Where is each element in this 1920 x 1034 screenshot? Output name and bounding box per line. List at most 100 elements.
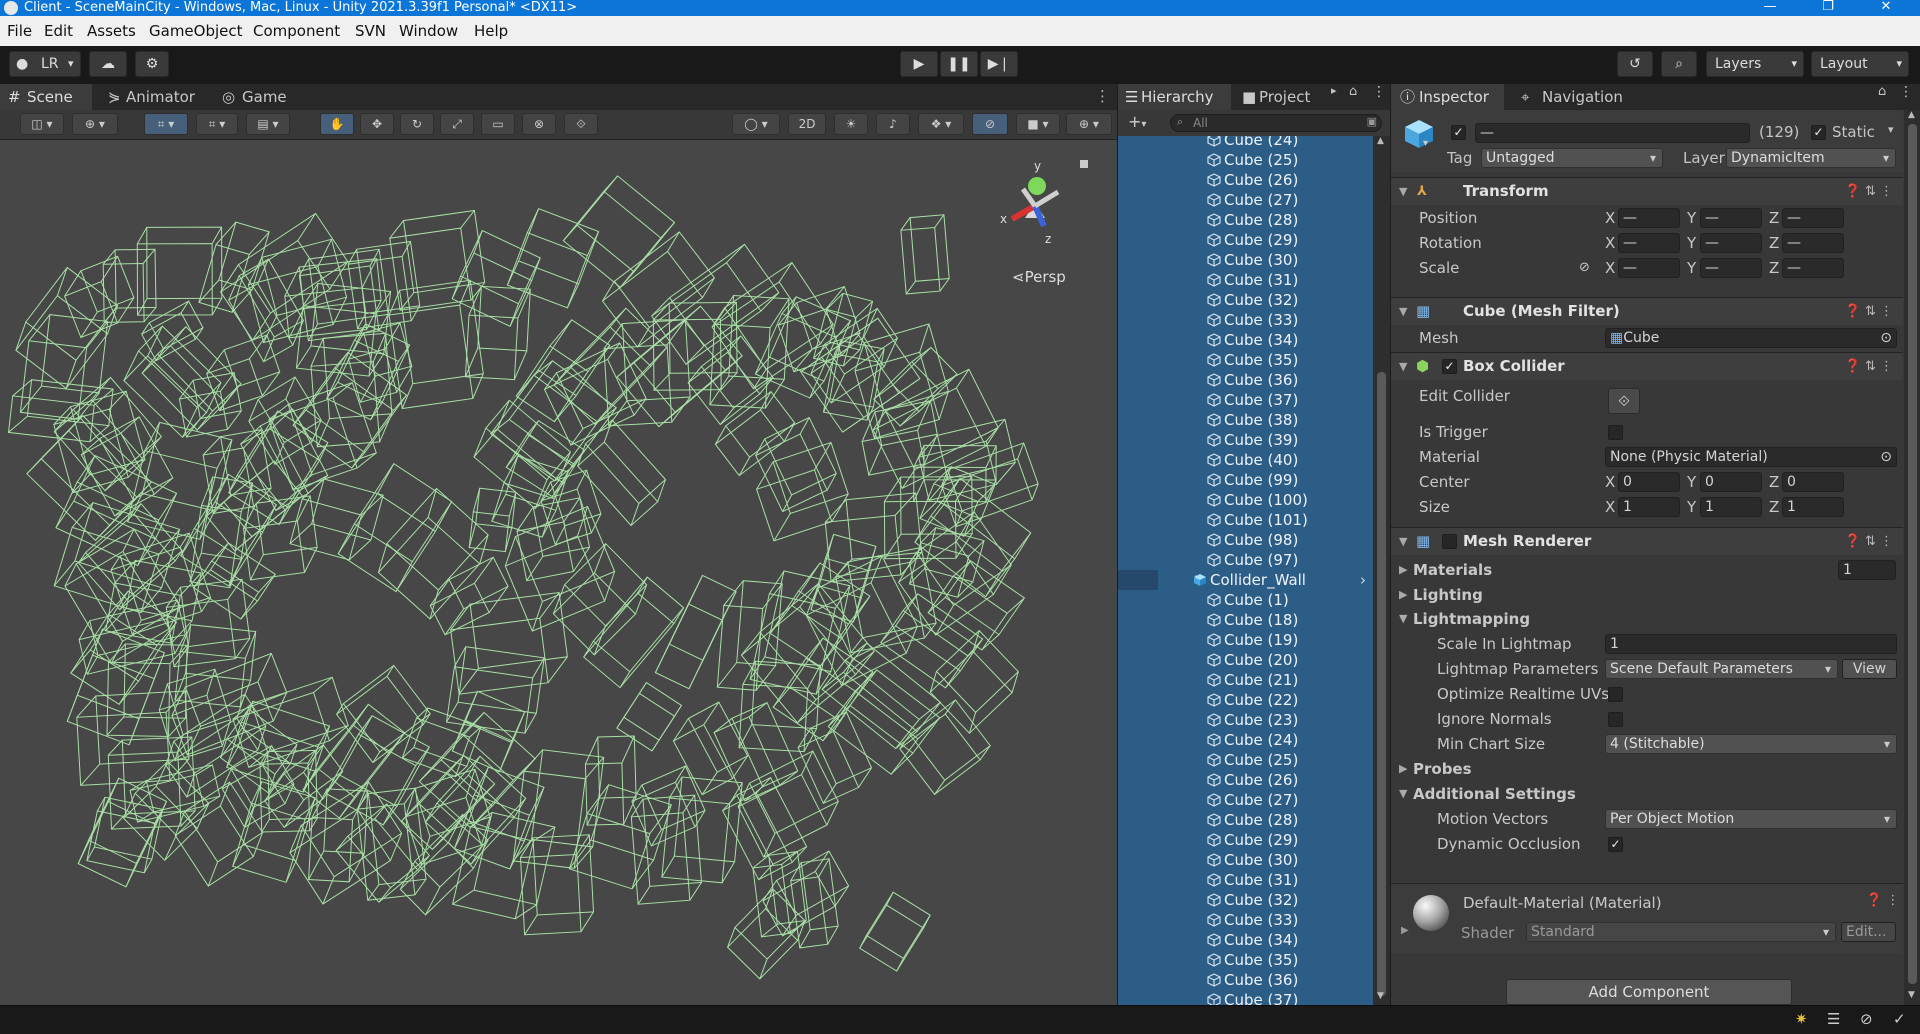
object-name-field[interactable]: — — [1475, 123, 1750, 143]
constrain-proportions-icon[interactable]: ⊘ — [1579, 256, 1590, 280]
hierarchy-item[interactable]: Cube (27) — [1118, 190, 1373, 210]
gizmos-dropdown[interactable]: ⊕ ▾ — [1066, 113, 1112, 135]
scene-viewport[interactable]: y x z ⋖Persp — [0, 140, 1117, 1005]
scale-z-field[interactable]: — — [1782, 258, 1844, 278]
scale-in-lightmap-field[interactable]: 1 — [1605, 634, 1897, 654]
hierarchy-item[interactable]: Cube (97) — [1118, 550, 1373, 570]
position-y-field[interactable]: — — [1700, 208, 1762, 228]
component-actions[interactable]: ❓ ⇅ ⋮ — [1845, 528, 1893, 555]
tab-game[interactable]: ◎ Game — [218, 84, 298, 110]
mesh-renderer-enabled-checkbox[interactable] — [1442, 534, 1457, 549]
hierarchy-item[interactable]: Cube (32) — [1118, 890, 1373, 910]
foldout-closed-icon[interactable]: ▶ — [1401, 925, 1409, 936]
hierarchy-item[interactable]: Cube (27) — [1118, 790, 1373, 810]
restore-button[interactable]: ❐ — [1808, 0, 1848, 16]
hierarchy-item[interactable]: Cube (29) — [1118, 830, 1373, 850]
camera-dropdown[interactable]: ■ ▾ — [1016, 113, 1060, 135]
hierarchy-item[interactable]: Cube (34) — [1118, 930, 1373, 950]
chevron-right-icon[interactable]: › — [1360, 570, 1366, 590]
object-picker-icon[interactable]: ⊙ — [1880, 448, 1892, 466]
hierarchy-item[interactable]: Cube (26) — [1118, 170, 1373, 190]
hierarchy-scrollbar[interactable]: ▲ ▼ — [1373, 136, 1390, 1005]
hierarchy-item[interactable]: Cube (100) — [1118, 490, 1373, 510]
lighting-toggle[interactable]: ☀ — [834, 113, 868, 135]
shader-dropdown[interactable]: Standard — [1526, 922, 1836, 942]
hierarchy-item[interactable]: Cube (22) — [1118, 690, 1373, 710]
component-actions[interactable]: ❓ ⇅ ⋮ — [1845, 353, 1893, 380]
additional-settings-row[interactable]: ▼ Additional Settings — [1391, 782, 1903, 806]
audio-toggle[interactable]: ♪ — [876, 113, 910, 135]
scale-y-field[interactable]: — — [1700, 258, 1762, 278]
hierarchy-item[interactable]: Cube (25) — [1118, 150, 1373, 170]
filter-icon[interactable]: ▣ — [1367, 115, 1377, 128]
size-z-field[interactable]: 1 — [1782, 497, 1844, 517]
draw-mode-dropdown[interactable]: ◫ ▾ — [20, 113, 64, 135]
object-picker-icon[interactable]: ⊙ — [1880, 329, 1892, 347]
debug-icon[interactable]: ⊘ — [1860, 1010, 1873, 1028]
hierarchy-item[interactable]: Cube (38) — [1118, 410, 1373, 430]
effects-dropdown[interactable]: ❖ ▾ — [918, 113, 964, 135]
hierarchy-item[interactable]: Cube (40) — [1118, 450, 1373, 470]
chevron-down-icon[interactable]: ▾ — [1888, 123, 1894, 136]
grid-snap-toggle[interactable]: ⌗ ▾ — [144, 113, 188, 135]
more-menu-icon[interactable]: ⋮ — [1095, 87, 1110, 105]
tab-inspector[interactable]: ⓘ Inspector — [1391, 84, 1504, 110]
search-button[interactable]: ⌕ — [1661, 51, 1697, 77]
history-button[interactable]: ↺ — [1617, 51, 1653, 77]
tag-dropdown[interactable]: Untagged — [1481, 148, 1663, 168]
component-actions[interactable]: ❓ ⋮ — [1866, 893, 1899, 908]
center-x-field[interactable]: 0 — [1618, 472, 1680, 492]
play-button[interactable]: ▶ — [900, 51, 938, 77]
increment-snap-toggle[interactable]: ⌗ ▾ — [196, 113, 238, 135]
lightmap-parameters-dropdown[interactable]: Scene Default Parameters — [1605, 659, 1838, 679]
hierarchy-item[interactable]: Cube (28) — [1118, 210, 1373, 230]
hierarchy-item[interactable]: Cube (26) — [1118, 770, 1373, 790]
visibility-toggle[interactable]: ⊘ — [972, 113, 1008, 135]
rotation-y-field[interactable]: — — [1700, 233, 1762, 253]
component-actions[interactable]: ❓ ⇅ ⋮ — [1845, 178, 1893, 205]
optimize-realtime-uvs-checkbox[interactable] — [1608, 687, 1623, 702]
size-y-field[interactable]: 1 — [1700, 497, 1762, 517]
hierarchy-item[interactable]: Cube (31) — [1118, 270, 1373, 290]
scrollbar-thumb[interactable] — [1377, 372, 1386, 996]
hierarchy-item[interactable]: Cube (99) — [1118, 470, 1373, 490]
step-button[interactable]: ▶❘ — [980, 51, 1018, 77]
menu-svn[interactable]: SVN — [355, 22, 386, 40]
hierarchy-item[interactable]: Cube (36) — [1118, 970, 1373, 990]
rotation-z-field[interactable]: — — [1782, 233, 1844, 253]
transform-tool-button[interactable]: ⊗ — [522, 113, 556, 135]
account-button[interactable]: ● LR ▾ — [9, 51, 81, 77]
position-z-field[interactable]: — — [1782, 208, 1844, 228]
hierarchy-item[interactable]: Cube (36) — [1118, 370, 1373, 390]
hierarchy-item[interactable]: Cube (37) — [1118, 990, 1373, 1005]
size-x-field[interactable]: 1 — [1618, 497, 1680, 517]
hierarchy-item[interactable]: Cube (24) — [1118, 730, 1373, 750]
shader-edit-button[interactable]: Edit... — [1841, 922, 1896, 942]
rotate-tool-button[interactable]: ↻ — [400, 113, 434, 135]
menu-gameobject[interactable]: GameObject — [149, 22, 243, 40]
lock-icon[interactable]: ⌂ — [1878, 84, 1886, 99]
move-tool-button[interactable]: ✥ — [360, 113, 394, 135]
hierarchy-item[interactable]: Cube (37) — [1118, 390, 1373, 410]
menu-component[interactable]: Component — [253, 22, 340, 40]
scrollbar-thumb[interactable] — [1908, 124, 1917, 984]
component-actions[interactable]: ❓ ⇅ ⋮ — [1845, 298, 1893, 325]
cache-server-icon[interactable]: ☰ — [1827, 1010, 1840, 1028]
scroll-up-icon[interactable]: ▲ — [1908, 110, 1915, 120]
scroll-down-icon[interactable]: ▼ — [1908, 990, 1915, 1000]
tab-hierarchy[interactable]: ☰ Hierarchy — [1118, 84, 1231, 110]
rect-tool-button[interactable]: ▭ — [481, 113, 515, 135]
hierarchy-item[interactable]: Cube (98) — [1118, 530, 1373, 550]
align-dropdown[interactable]: ▤ ▾ — [246, 113, 290, 135]
hierarchy-item[interactable]: Cube (24) — [1118, 136, 1373, 150]
hierarchy-item[interactable]: Cube (30) — [1118, 250, 1373, 270]
menu-window[interactable]: Window — [399, 22, 458, 40]
more-menu-icon[interactable]: ⋮ — [1372, 84, 1386, 100]
hierarchy-item[interactable]: Cube (1) — [1118, 590, 1373, 610]
materials-count-field[interactable]: 1 — [1838, 560, 1896, 580]
hierarchy-item[interactable]: Cube (33) — [1118, 310, 1373, 330]
lighting-row[interactable]: ▶ Lighting — [1391, 583, 1903, 607]
hierarchy-item[interactable]: Cube (32) — [1118, 290, 1373, 310]
collab-button[interactable]: ⚙ — [135, 51, 169, 77]
static-checkbox[interactable]: ✓ — [1811, 125, 1826, 140]
